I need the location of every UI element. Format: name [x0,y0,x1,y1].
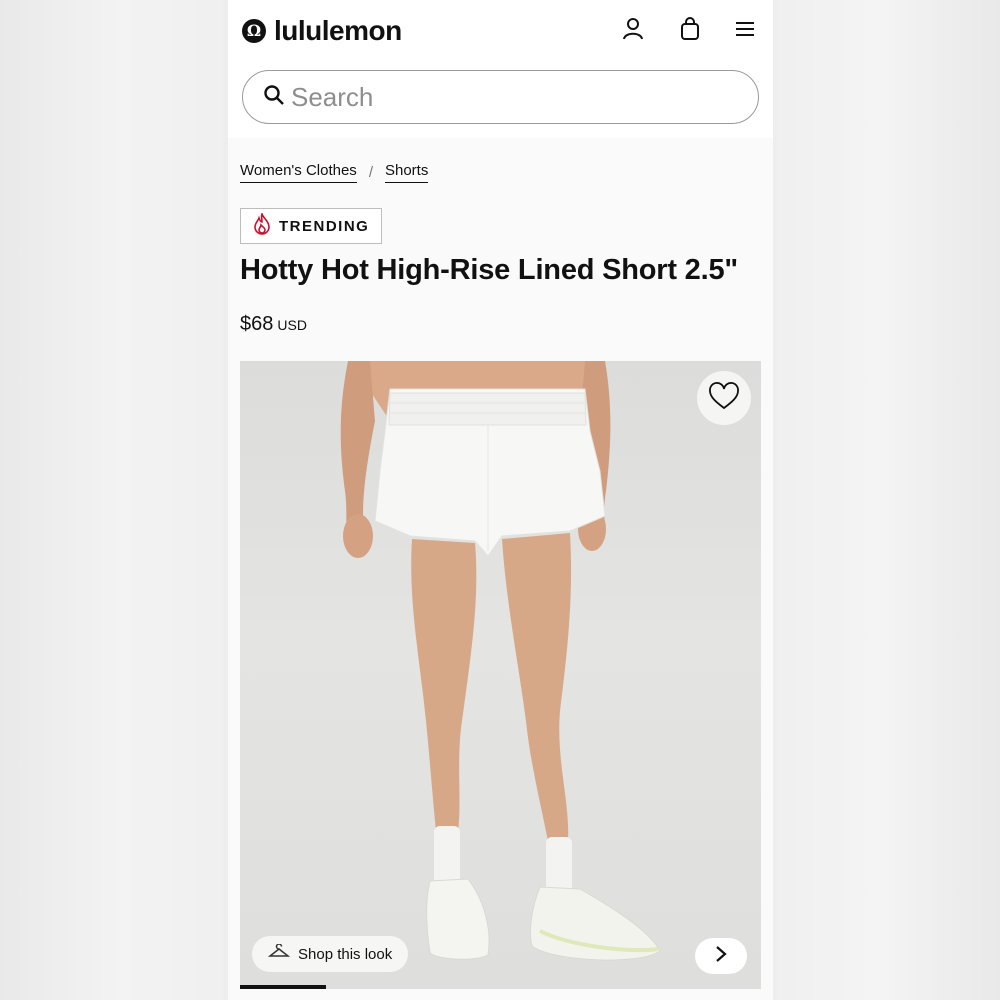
brand-logo[interactable]: Ω lululemon [242,14,402,48]
breadcrumb-separator: / [368,164,373,181]
gallery-progress-bar [240,985,761,989]
model-wearing-shorts-image [340,361,661,961]
search-bar[interactable] [242,70,759,124]
breadcrumb-womens-clothes[interactable]: Women's Clothes [240,162,357,183]
heart-icon [708,381,740,415]
menu-icon[interactable] [732,16,758,42]
product-image[interactable]: Shop this look [240,361,761,989]
trending-label: TRENDING [279,217,370,235]
next-image-button[interactable] [695,938,747,974]
search-icon [263,84,285,111]
site-header: Ω lululemon [228,0,773,138]
breadcrumb-shorts[interactable]: Shorts [384,162,429,183]
bag-icon[interactable] [677,16,703,42]
shop-this-look-button[interactable]: Shop this look [252,936,409,972]
logo-mark-icon: Ω [242,19,266,43]
price-currency: USD [277,317,307,333]
product-price: $68 USD [240,313,307,336]
price-amount: $68 [240,313,274,335]
gallery-progress-fill [240,985,327,989]
account-icon[interactable] [620,16,646,42]
search-input[interactable] [291,81,731,113]
brand-name: lululemon [274,15,402,46]
flame-icon [253,211,271,240]
shop-this-look-label: Shop this look [298,945,393,963]
product-title: Hotty Hot High-Rise Lined Short 2.5" [240,254,738,286]
chevron-right-icon [715,945,727,968]
hanger-icon [267,942,291,965]
wishlist-button[interactable] [697,371,751,425]
trending-badge: TRENDING [240,208,382,244]
mobile-page: Ω lululemon Search Women's Clothes / Sho… [228,0,773,1000]
breadcrumb: Women's Clothes / Shorts [240,162,429,183]
